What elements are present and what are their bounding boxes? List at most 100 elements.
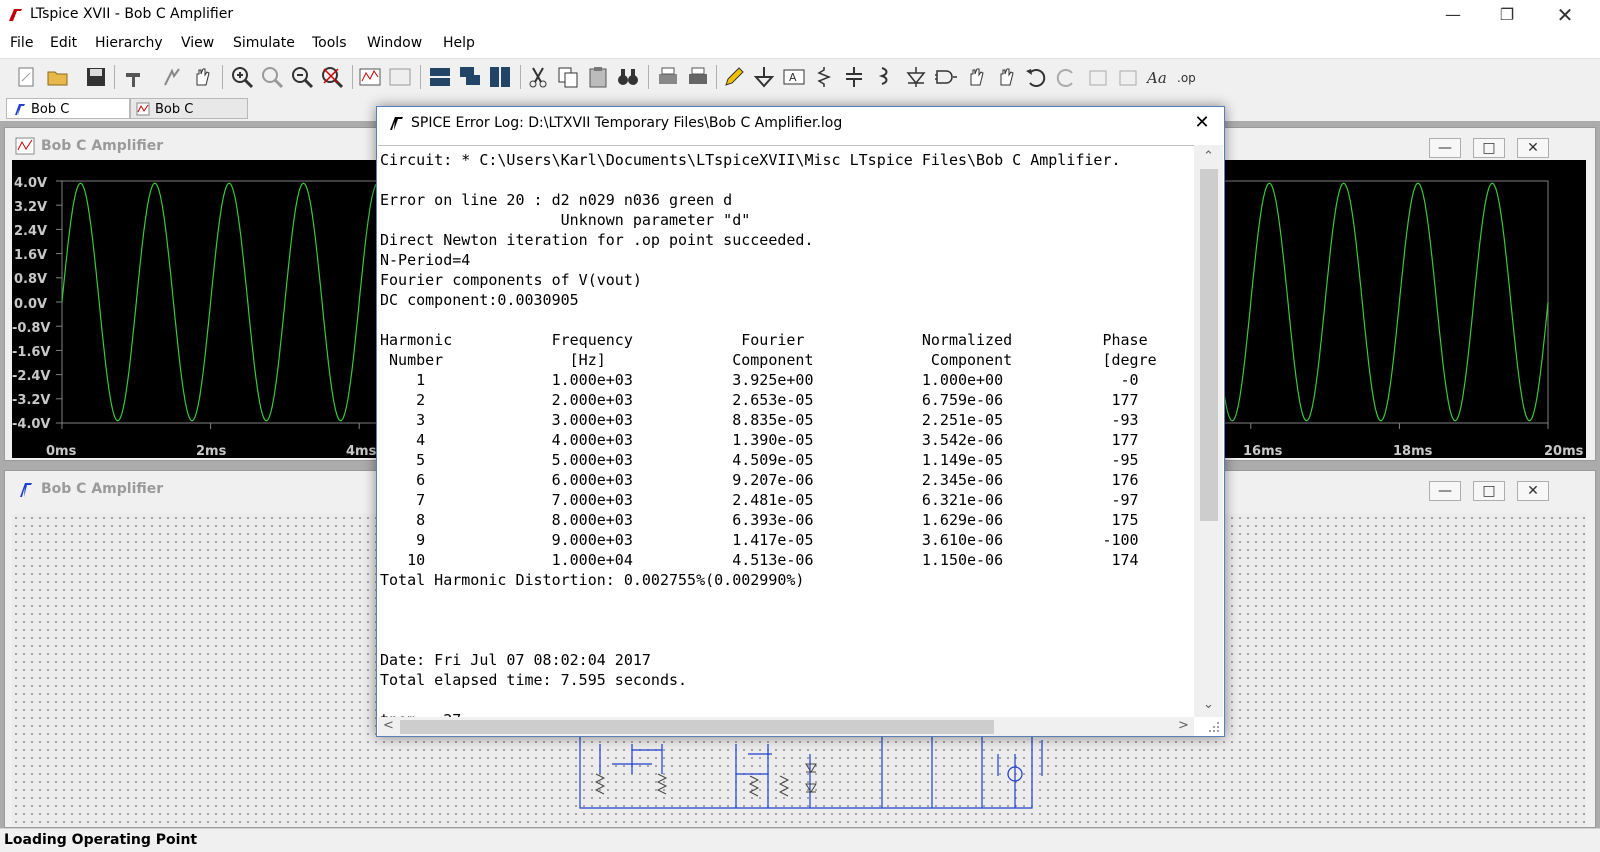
label-net-icon[interactable]: A (782, 65, 806, 89)
ltspice-logo-icon (390, 117, 403, 130)
dialog-titlebar: SPICE Error Log: D:\LTXVII Temporary Fil… (377, 107, 1224, 139)
autorange-icon[interactable] (358, 65, 382, 89)
maximize-button[interactable]: □ (1473, 138, 1505, 158)
y-tick-label: -2.4V (12, 369, 51, 384)
spice-error-log-dialog: SPICE Error Log: D:\LTXVII Temporary Fil… (376, 106, 1225, 737)
find-binoculars-icon[interactable] (616, 65, 640, 89)
scroll-up-icon[interactable]: ⌃ (1203, 149, 1214, 164)
control-panel-hammer-icon[interactable] (122, 65, 146, 89)
cascade-icon[interactable] (458, 65, 482, 89)
tile-horizontal-icon[interactable] (428, 65, 452, 89)
toolbar-separator (352, 65, 353, 89)
save-icon[interactable] (84, 65, 108, 89)
menu-tools[interactable]: Tools (312, 35, 347, 51)
run-icon[interactable] (160, 65, 184, 89)
menu-help[interactable]: Help (443, 35, 475, 51)
tab-waveform[interactable]: Bob C Amplifier (130, 98, 248, 138)
scroll-down-icon[interactable]: ⌄ (1203, 697, 1214, 712)
spice-directive-op-icon[interactable]: .op (1176, 65, 1200, 89)
x-tick-label: 20ms (1544, 444, 1584, 459)
waveform-icon (136, 102, 150, 116)
dialog-close-button[interactable]: ✕ (1188, 111, 1216, 135)
y-tick-label: -3.2V (12, 393, 51, 408)
status-text: Loading Operating Point (4, 832, 198, 848)
move-hand-icon[interactable] (964, 65, 988, 89)
waveform-window-title: Bob C Amplifier (41, 138, 164, 154)
toolbar-separator (420, 65, 421, 89)
scroll-right-icon[interactable]: > (1178, 718, 1189, 733)
svg-text:Aa: Aa (1146, 69, 1167, 87)
horizontal-scroll-thumb[interactable] (400, 720, 994, 734)
close-button[interactable]: ✕ (1542, 0, 1588, 30)
ground-icon[interactable] (752, 65, 776, 89)
pan-hand-icon[interactable] (190, 65, 214, 89)
y-tick-label: 0.8V (14, 272, 48, 287)
waveform-settings-icon[interactable] (388, 65, 412, 89)
schematic-icon (15, 104, 25, 115)
x-tick-label: 16ms (1243, 444, 1283, 459)
vertical-scroll-thumb[interactable] (1200, 169, 1218, 521)
x-tick-label: 18ms (1393, 444, 1433, 459)
x-tick-label: 2ms (196, 444, 227, 459)
menu-edit[interactable]: Edit (50, 35, 77, 51)
scroll-left-icon[interactable]: < (383, 718, 394, 733)
diode-icon[interactable] (904, 65, 928, 89)
app-titlebar: LTspice XVII - Bob C Amplifier — ❐ ✕ (0, 0, 1600, 30)
tile-vertical-icon[interactable] (488, 65, 512, 89)
print-setup-icon[interactable] (686, 65, 710, 89)
toolbar-separator (114, 65, 115, 89)
undo-icon[interactable] (1024, 65, 1048, 89)
open-folder-icon[interactable] (46, 65, 70, 89)
vertical-scrollbar[interactable]: ⌃ ⌄ (1194, 145, 1223, 717)
capacitor-icon[interactable] (842, 65, 866, 89)
tab-schematic[interactable]: Bob C Amplifier (6, 98, 130, 138)
copy-icon[interactable] (556, 65, 580, 89)
horizontal-scrollbar[interactable]: < > (378, 717, 1194, 736)
y-tick-label: 4.0V (14, 176, 48, 191)
toolbar-separator (520, 65, 521, 89)
menu-simulate[interactable]: Simulate (233, 35, 295, 51)
close-button[interactable]: ✕ (1517, 138, 1549, 158)
inductor-icon[interactable] (872, 65, 896, 89)
new-schematic-icon[interactable] (14, 65, 38, 89)
log-text: Circuit: * C:\Users\Karl\Documents\LTspi… (380, 151, 1157, 718)
zoom-fit-icon[interactable] (320, 65, 344, 89)
menu-view[interactable]: View (181, 35, 214, 51)
paste-icon[interactable] (586, 65, 610, 89)
draw-wire-pencil-icon[interactable] (722, 65, 746, 89)
y-tick-label: -1.6V (12, 345, 51, 360)
status-bar: Loading Operating Point (0, 828, 1600, 852)
cut-scissors-icon[interactable] (526, 65, 550, 89)
minimize-button[interactable]: — (1430, 0, 1476, 30)
minimize-button[interactable]: — (1429, 481, 1461, 501)
print-icon[interactable] (656, 65, 680, 89)
y-tick-label: 3.2V (14, 200, 48, 215)
zoom-in-icon[interactable] (230, 65, 254, 89)
dialog-title: SPICE Error Log: D:\LTXVII Temporary Fil… (411, 115, 843, 131)
restore-button[interactable]: ❐ (1484, 0, 1530, 30)
maximize-button[interactable]: □ (1473, 481, 1505, 501)
redo-icon[interactable] (1054, 65, 1078, 89)
svg-text:A: A (789, 71, 797, 84)
resistor-icon[interactable] (812, 65, 836, 89)
menu-hierarchy[interactable]: Hierarchy (95, 35, 163, 51)
toolbar-separator (648, 65, 649, 89)
zoom-pan-icon[interactable] (260, 65, 284, 89)
text-icon[interactable]: Aa (1146, 65, 1170, 89)
toolbar-separator (222, 65, 223, 89)
y-tick-label: 2.4V (14, 224, 48, 239)
mirror-icon[interactable] (1116, 65, 1140, 89)
y-tick-label: 0.0V (14, 297, 48, 312)
menu-file[interactable]: File (10, 35, 33, 51)
resize-grip-icon[interactable] (1207, 720, 1221, 734)
y-tick-label: -0.8V (12, 321, 51, 336)
zoom-out-icon[interactable] (290, 65, 314, 89)
toolbar: A Aa .op (0, 58, 1600, 96)
menu-window[interactable]: Window (367, 35, 422, 51)
drag-hand-icon[interactable] (994, 65, 1018, 89)
close-button[interactable]: ✕ (1517, 481, 1549, 501)
minimize-button[interactable]: — (1429, 138, 1461, 158)
log-text-area[interactable]: Circuit: * C:\Users\Karl\Documents\LTspi… (378, 145, 1194, 718)
component-icon[interactable] (934, 65, 958, 89)
rotate-icon[interactable] (1086, 65, 1110, 89)
